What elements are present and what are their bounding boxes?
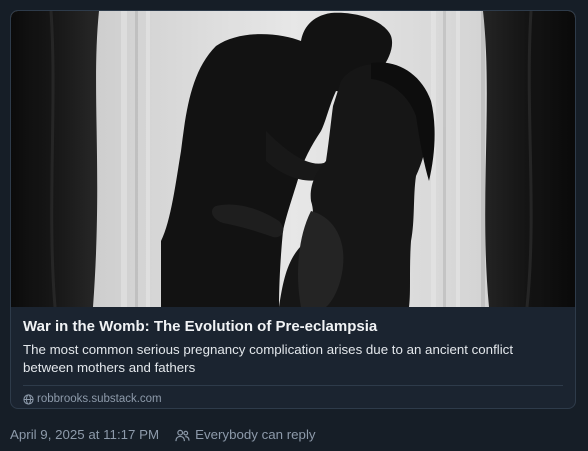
post-timestamp[interactable]: April 9, 2025 at 11:17 PM	[10, 426, 159, 444]
link-preview-description: The most common serious pregnancy compli…	[23, 342, 514, 375]
globe-icon	[23, 393, 34, 405]
people-icon	[175, 429, 190, 442]
link-preview-title: War in the Womb: The Evolution of Pre-ec…	[23, 318, 378, 335]
link-preview-body: War in the Womb: The Evolution of Pre-ec…	[11, 307, 575, 406]
link-preview-card[interactable]: War in the Womb: The Evolution of Pre-ec…	[10, 10, 576, 409]
couple-silhouette-photo	[11, 11, 575, 307]
post-meta-row: April 9, 2025 at 11:17 PM Everybody can …	[10, 426, 316, 444]
reply-setting-label: Everybody can reply	[195, 427, 316, 442]
reply-setting-button[interactable]: Everybody can reply	[175, 426, 316, 444]
link-preview-domain: robbrooks.substack.com	[23, 386, 563, 406]
link-preview-domain-text: robbrooks.substack.com	[37, 393, 162, 405]
link-preview-image	[11, 11, 575, 307]
